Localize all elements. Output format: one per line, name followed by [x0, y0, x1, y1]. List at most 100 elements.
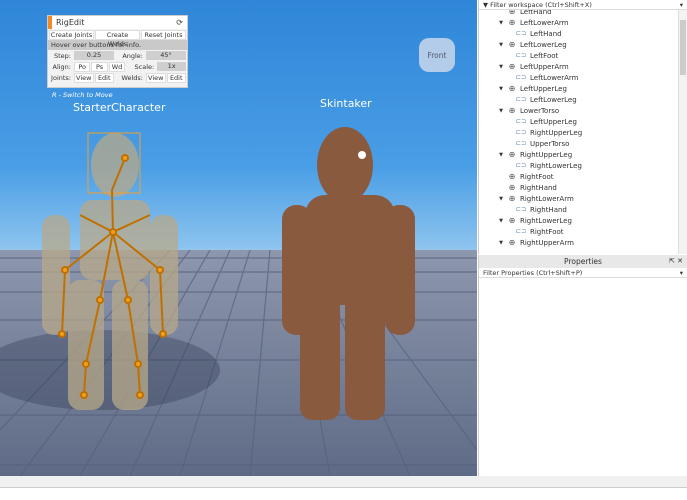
mesh-part-icon: ⊕ [507, 216, 517, 225]
tree-item-label: RightHand [530, 206, 567, 214]
tree-item[interactable]: ⊏⊐LeftUpperLeg [479, 116, 678, 127]
motor-joint-icon: ⊏⊐ [515, 52, 527, 59]
tree-item-label: RightUpperLeg [520, 151, 572, 159]
properties-filter[interactable]: Filter Properties (Ctrl+Shift+P) ▾ [479, 268, 687, 278]
switch-hint: R - Switch to Move [52, 91, 113, 99]
align-ps-button[interactable]: Ps [91, 62, 107, 72]
tree-item[interactable]: ⊏⊐RightHand [479, 204, 678, 215]
create-welds-button[interactable]: Create Welds [95, 30, 140, 40]
tree-item[interactable]: ▼⊕LeftUpperArm [479, 61, 678, 72]
tree-item-label: LowerTorso [520, 107, 559, 115]
expand-arrow-icon[interactable]: ▼ [497, 218, 505, 224]
rigedit-title: RigEdit [56, 18, 84, 27]
step-input[interactable]: 0.25 [74, 51, 114, 60]
joints-view-button[interactable]: View [74, 73, 94, 83]
skintaker-model [282, 127, 415, 420]
tree-item-label: RightUpperLeg [530, 129, 582, 137]
tree-item[interactable]: ⊏⊐LeftLowerLeg [479, 94, 678, 105]
mesh-part-icon: ⊕ [507, 172, 517, 181]
tree-item[interactable]: ⊏⊐RightUpperLeg [479, 127, 678, 138]
mesh-part-icon: ⊕ [507, 106, 517, 115]
mesh-part-icon: ⊕ [507, 62, 517, 71]
welds-label: Welds: [115, 74, 145, 82]
tree-item-label: LeftUpperLeg [530, 118, 577, 126]
create-joints-button[interactable]: Create Joints [49, 30, 94, 40]
expand-arrow-icon[interactable]: ▼ [497, 152, 505, 158]
3d-viewport[interactable]: StarterCharacter Skintaker Front RigEdit… [0, 0, 477, 476]
tree-item-label: LeftLowerArm [530, 74, 579, 82]
properties-title: Properties [564, 257, 602, 266]
tree-item-label: LeftUpperArm [520, 63, 569, 71]
view-cube[interactable]: Front [419, 38, 455, 72]
expand-arrow-icon[interactable]: ▼ [497, 64, 505, 70]
tree-item-label: RightLowerLeg [530, 162, 582, 170]
align-label: Align: [49, 63, 73, 71]
tree-item[interactable]: ⊏⊐UpperTorso [479, 138, 678, 149]
rigedit-panel: RigEdit ⟳ Create Joints Create Welds Rese… [47, 15, 188, 88]
motor-joint-icon: ⊏⊐ [515, 96, 527, 103]
explorer-panel: ▼ Filter workspace (Ctrl+Shift+X)▾ ⊕Left… [478, 0, 687, 254]
tree-item[interactable]: ⊕RightFoot [479, 171, 678, 182]
hint-text: Hover over buttons for info. [48, 40, 187, 50]
properties-filter-input[interactable]: Filter Properties (Ctrl+Shift+P) [483, 269, 582, 277]
motor-joint-icon: ⊏⊐ [515, 129, 527, 136]
mesh-part-icon: ⊕ [507, 150, 517, 159]
explorer-scrollbar[interactable] [678, 10, 687, 254]
tree-item[interactable]: ▼⊕RightUpperLeg [479, 149, 678, 160]
tree-item-label: LeftLowerLeg [530, 96, 577, 104]
dropdown-icon[interactable]: ▾ [680, 1, 683, 9]
align-po-button[interactable]: Po [74, 62, 90, 72]
close-icon[interactable]: ✕ [677, 257, 683, 265]
tree-item[interactable]: ▼⊕LowerTorso [479, 105, 678, 116]
tree-item[interactable]: ⊏⊐LeftLowerArm [479, 72, 678, 83]
expand-arrow-icon[interactable]: ▼ [497, 42, 505, 48]
angle-input[interactable]: 45° [146, 51, 186, 60]
tree-item[interactable]: ⊏⊐RightLowerLeg [479, 160, 678, 171]
tree-item-label: LeftLowerArm [520, 19, 569, 27]
refresh-icon[interactable]: ⟳ [176, 18, 183, 27]
tree-item[interactable]: ▼⊕LeftUpperLeg [479, 83, 678, 94]
tree-item[interactable]: ⊏⊐LeftFoot [479, 50, 678, 61]
tree-item-label: RightLowerArm [520, 195, 574, 203]
welds-edit-button[interactable]: Edit [167, 73, 187, 83]
motor-joint-icon: ⊏⊐ [515, 206, 527, 213]
tree-item[interactable]: ⊏⊐LeftHand [479, 28, 678, 39]
undock-icon[interactable]: ⇱ [669, 257, 675, 265]
status-bar [0, 476, 687, 488]
tree-item[interactable]: ▼⊕LeftLowerLeg [479, 39, 678, 50]
reset-joints-button[interactable]: Reset Joints [141, 30, 186, 40]
tree-item[interactable]: ⊕RightHand [479, 182, 678, 193]
motor-joint-icon: ⊏⊐ [515, 162, 527, 169]
expand-arrow-icon[interactable]: ▼ [497, 20, 505, 26]
tree-item[interactable]: ▼⊕LeftLowerArm [479, 17, 678, 28]
motor-joint-icon: ⊏⊐ [515, 118, 527, 125]
mesh-part-icon: ⊕ [507, 40, 517, 49]
tree-item-label: RightHand [520, 184, 557, 192]
align-wd-button[interactable]: Wd [109, 62, 125, 72]
dropdown-icon[interactable]: ▾ [680, 269, 683, 277]
tree-item-label: RightUpperArm [520, 239, 574, 247]
scale-label: Scale: [126, 63, 156, 71]
tree-item[interactable]: ▼⊕RightLowerArm [479, 193, 678, 204]
joints-edit-button[interactable]: Edit [95, 73, 115, 83]
character-label-skintaker: Skintaker [320, 97, 372, 110]
tree-item-label: RightFoot [520, 173, 554, 181]
expand-arrow-icon[interactable]: ▼ [497, 86, 505, 92]
motor-joint-icon: ⊏⊐ [515, 74, 527, 81]
expand-arrow-icon[interactable]: ▼ [497, 108, 505, 114]
tree-item-label: LeftUpperLeg [520, 85, 567, 93]
expand-arrow-icon[interactable]: ▼ [497, 240, 505, 246]
welds-view-button[interactable]: View [146, 73, 166, 83]
step-label: Step: [49, 52, 73, 60]
tree-item[interactable]: ⊏⊐RightFoot [479, 226, 678, 237]
tree-item-label: LeftHand [520, 10, 552, 16]
character-label-starter: StarterCharacter [73, 101, 165, 114]
tree-item-label: LeftHand [530, 30, 562, 38]
tree-item[interactable]: ▼⊕RightUpperArm [479, 237, 678, 248]
explorer-filter[interactable]: ▼ Filter workspace (Ctrl+Shift+X)▾ [479, 0, 687, 10]
tree-item[interactable]: ⊕LeftHand [479, 10, 678, 17]
expand-arrow-icon[interactable]: ▼ [497, 196, 505, 202]
tree-item[interactable]: ▼⊕RightLowerLeg [479, 215, 678, 226]
scale-input[interactable]: 1x [157, 62, 186, 71]
explorer-filter-input[interactable]: Filter workspace (Ctrl+Shift+X) [490, 1, 592, 9]
